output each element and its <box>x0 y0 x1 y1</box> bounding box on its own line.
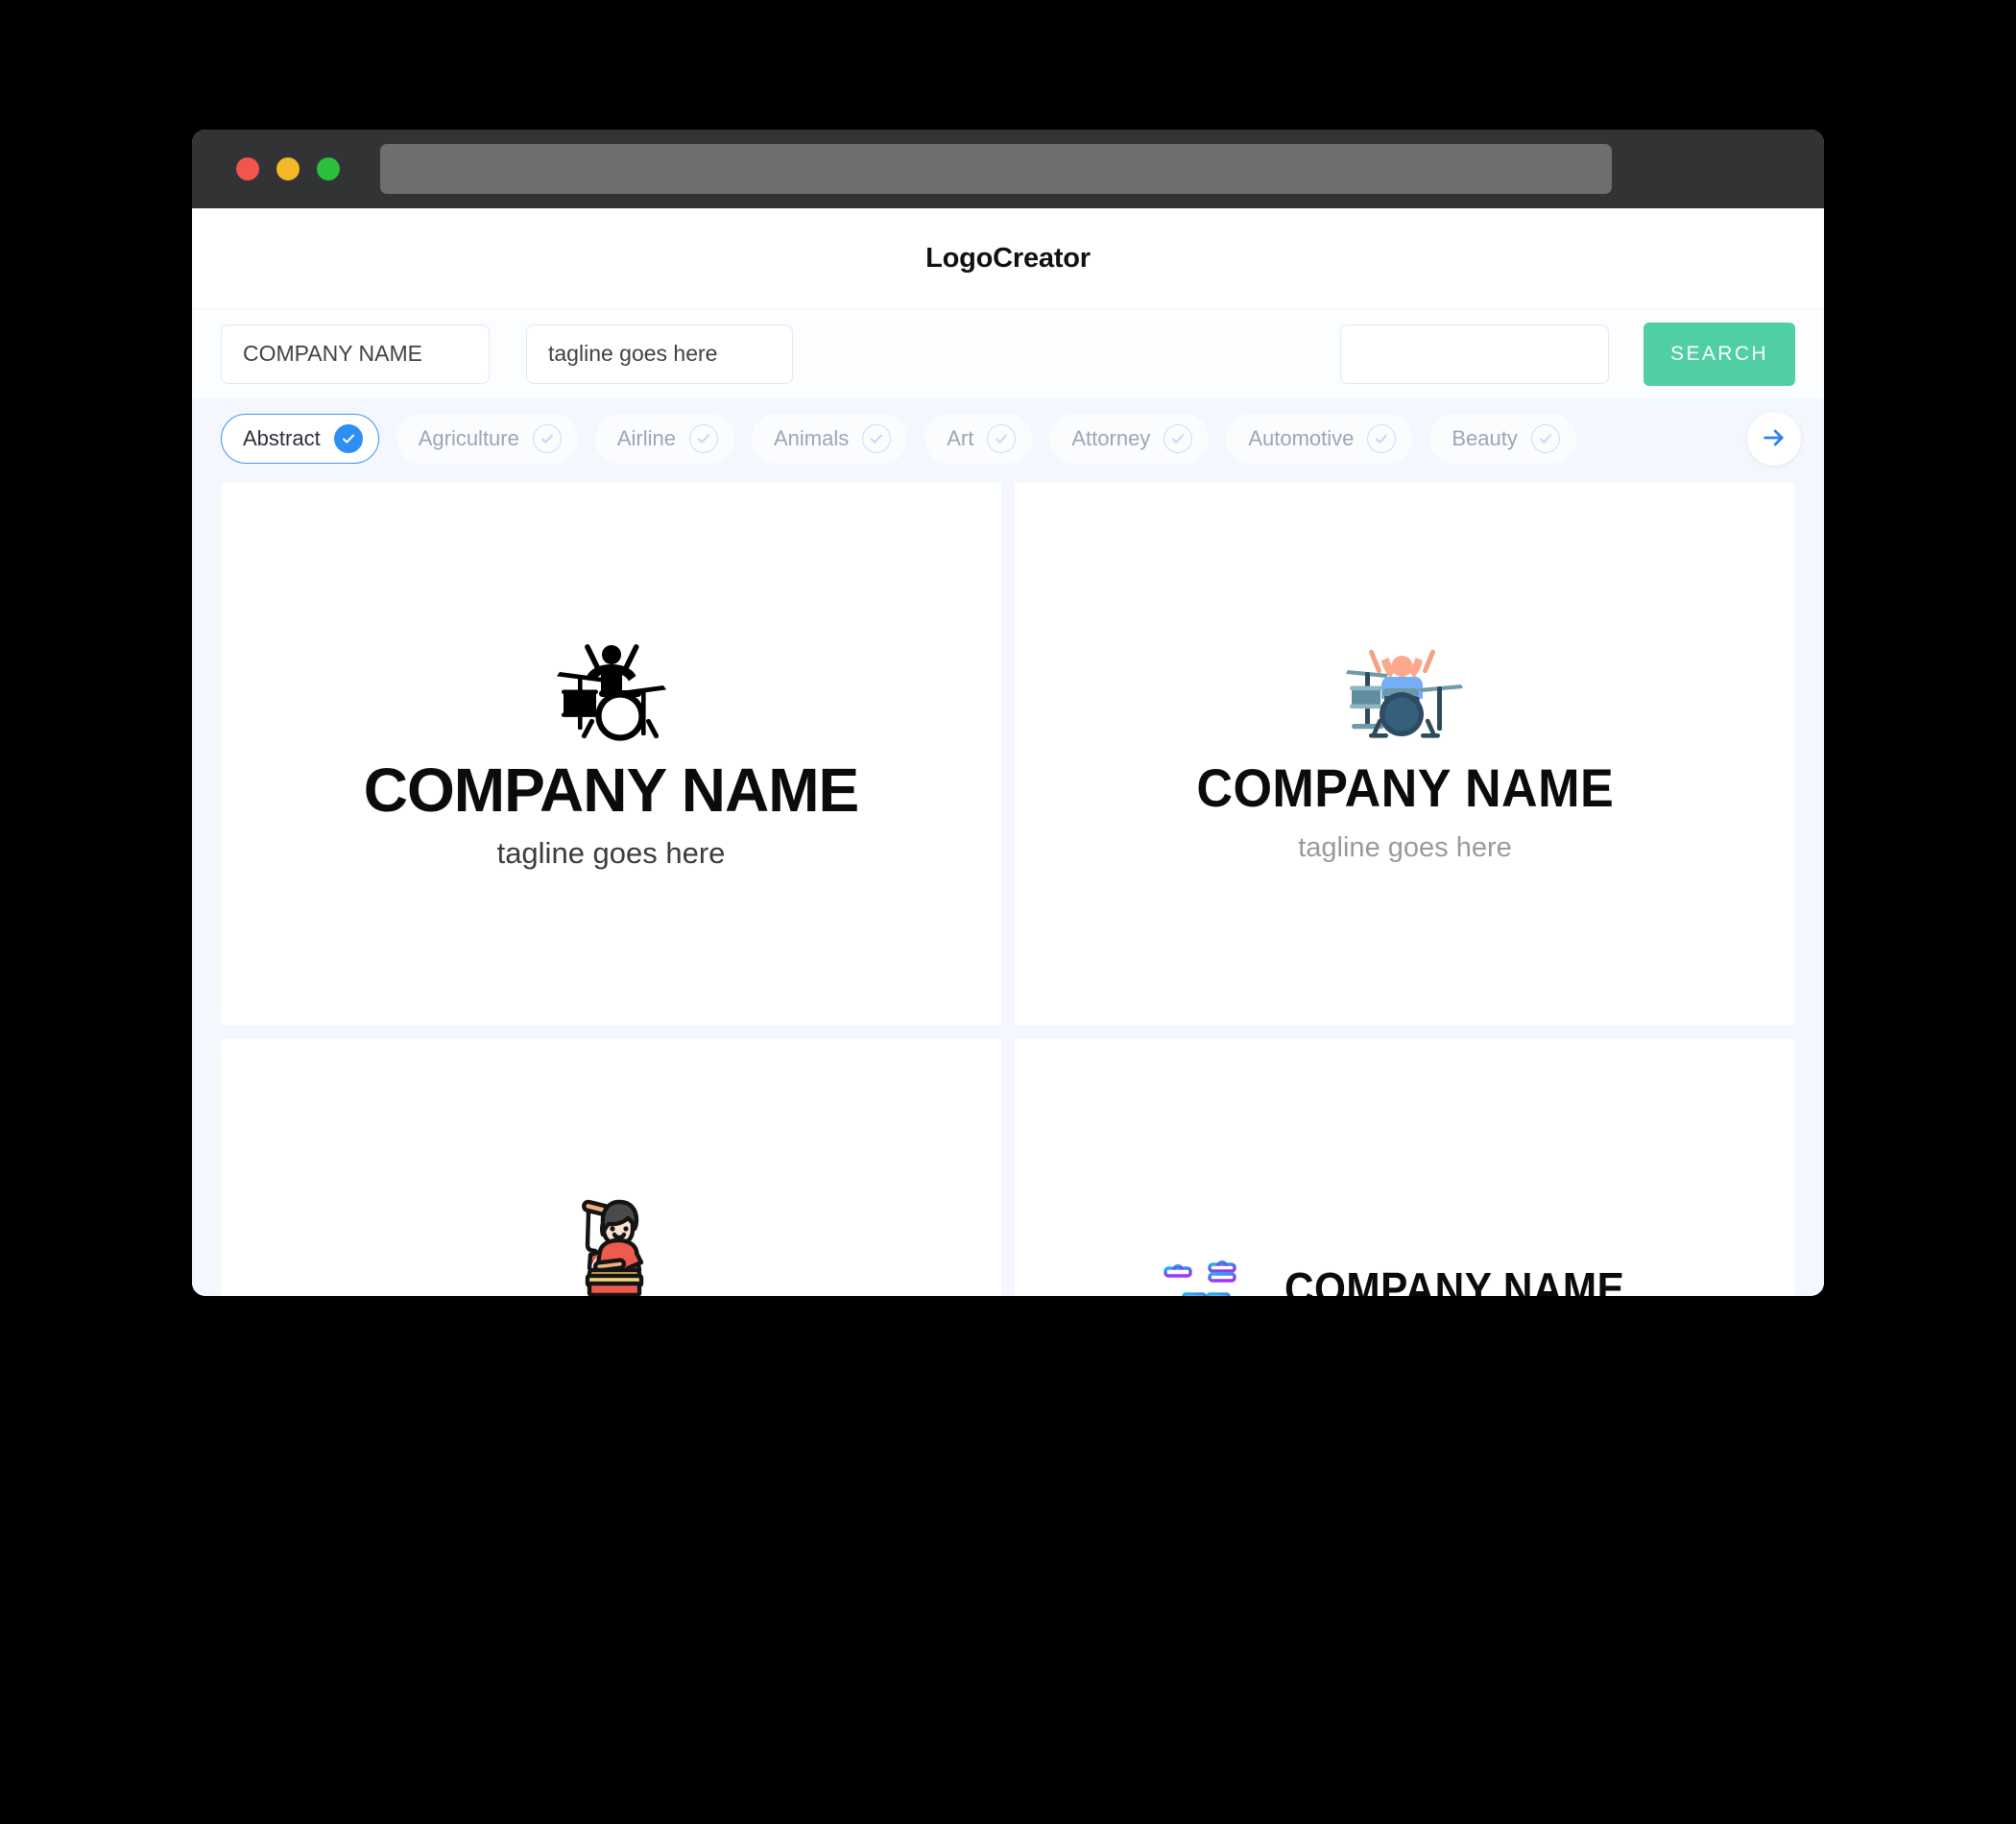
minimize-button[interactable] <box>276 157 300 180</box>
screenshot-stage: LogoCreator COMPANY NAME tagline goes he… <box>0 0 2016 1824</box>
browser-titlebar <box>192 130 1824 208</box>
sidebar-item-art[interactable]: Art <box>924 414 1033 464</box>
check-circle-icon <box>333 424 363 453</box>
logo-company-name: COMPANY NAME <box>1196 756 1614 818</box>
check-circle-icon <box>1530 424 1560 453</box>
page-title: LogoCreator <box>925 242 1091 274</box>
check-circle-icon <box>862 424 892 453</box>
sidebar-item-automotive[interactable]: Automotive <box>1226 414 1413 464</box>
logo-card[interactable]: COMPANY NAME tagline goes here <box>1015 1039 1795 1296</box>
chip-label: Abstract <box>243 426 321 450</box>
maximize-button[interactable] <box>317 157 340 180</box>
sidebar-item-animals[interactable]: Animals <box>752 414 908 464</box>
check-circle-icon <box>689 424 718 453</box>
logo-text-block: COMPANY NAME tagline goes here <box>1284 1266 1654 1296</box>
chip-label: Beauty <box>1452 426 1518 450</box>
search-button[interactable]: SEARCH <box>1644 322 1795 386</box>
logo-card[interactable]: COMPANY NAME tagline goes here <box>221 483 1001 1025</box>
company-name-input[interactable]: COMPANY NAME <box>221 324 490 384</box>
sidebar-item-beauty[interactable]: Beauty <box>1429 414 1576 464</box>
logo-card[interactable]: COMPANY NAME tagline goes here <box>1015 483 1795 1025</box>
logo-preview: COMPANY NAME tagline goes here <box>376 1191 845 1296</box>
flat-drummer-kit-icon <box>1346 645 1464 746</box>
keyword-input[interactable] <box>1340 324 1609 384</box>
cartoon-drummer-icon <box>561 1191 660 1296</box>
logo-text-block: COMPANY NAME tagline goes here <box>363 756 859 871</box>
logo-company-name: COMPANY NAME <box>1284 1263 1625 1296</box>
logo-preview: COMPANY NAME tagline goes here <box>1156 1258 1654 1296</box>
logo-tagline: tagline goes here <box>496 836 726 870</box>
category-filter-bar: Abstract Agriculture Airline Animals Art… <box>192 398 1824 479</box>
logo-preview: COMPANY NAME tagline goes here <box>1181 645 1630 864</box>
gradient-drumkit-bolt-icon <box>1156 1258 1256 1296</box>
chip-label: Agriculture <box>418 426 519 450</box>
chip-label: Art <box>947 426 974 450</box>
traffic-lights <box>236 157 340 180</box>
check-circle-icon <box>1367 424 1397 453</box>
check-circle-icon <box>532 424 562 453</box>
tagline-input[interactable]: tagline goes here <box>526 324 793 384</box>
arrow-right-icon <box>1761 424 1788 454</box>
chip-label: Automotive <box>1248 426 1355 450</box>
close-button[interactable] <box>236 157 259 180</box>
logo-preview: COMPANY NAME tagline goes here <box>363 637 859 871</box>
address-bar[interactable] <box>380 144 1612 194</box>
app-header: LogoCreator <box>192 208 1824 308</box>
next-categories-button[interactable] <box>1747 412 1801 466</box>
sidebar-item-abstract[interactable]: Abstract <box>221 414 379 464</box>
sidebar-item-agriculture[interactable]: Agriculture <box>396 414 578 464</box>
chip-label: Animals <box>774 426 850 450</box>
logo-tagline: tagline goes here <box>1298 831 1512 863</box>
logo-text-block: COMPANY NAME tagline goes here <box>1181 756 1630 864</box>
chip-label: Attorney <box>1071 426 1151 450</box>
logo-company-name: COMPANY NAME <box>363 756 859 825</box>
drummer-silhouette-icon <box>554 637 669 746</box>
check-circle-icon <box>987 424 1017 453</box>
sidebar-item-attorney[interactable]: Attorney <box>1049 414 1210 464</box>
check-circle-icon <box>1164 424 1193 453</box>
search-toolbar: COMPANY NAME tagline goes here SEARCH <box>192 308 1824 398</box>
chip-label: Airline <box>616 426 676 450</box>
sidebar-item-airline[interactable]: Airline <box>594 414 734 464</box>
logo-results-grid: COMPANY NAME tagline goes here COMPANY N… <box>192 479 1824 1296</box>
logo-card[interactable]: COMPANY NAME tagline goes here <box>221 1039 1001 1296</box>
browser-window: LogoCreator COMPANY NAME tagline goes he… <box>192 130 1824 1296</box>
